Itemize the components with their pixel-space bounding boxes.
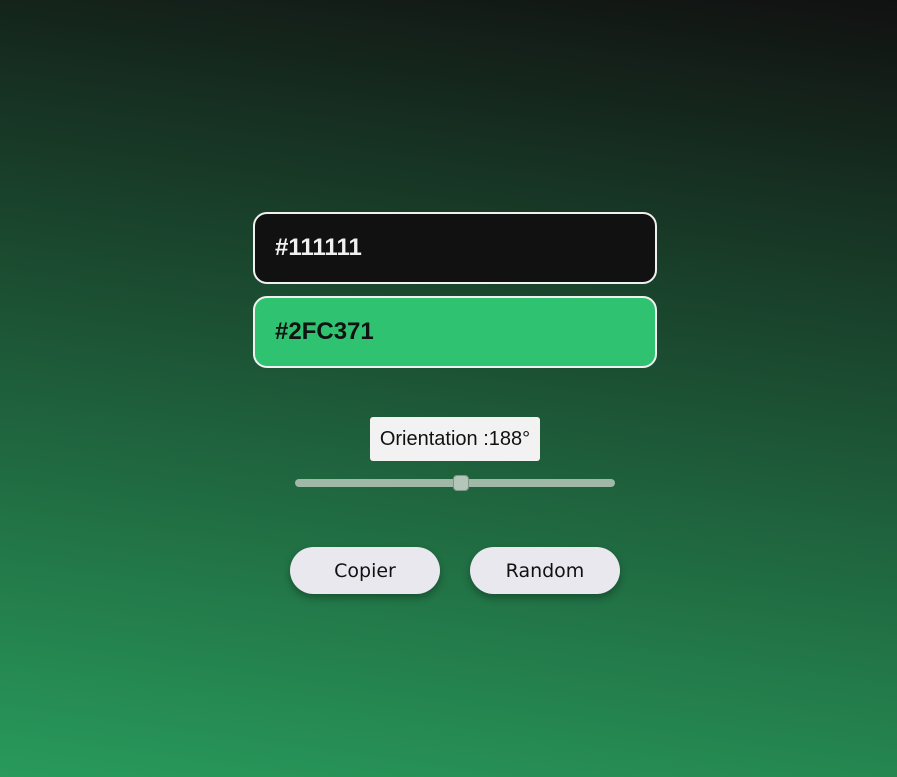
copy-button[interactable]: Copier — [290, 547, 440, 594]
color-input-second[interactable] — [253, 296, 657, 368]
orientation-slider-thumb[interactable] — [453, 475, 470, 491]
color-input-first[interactable] — [253, 212, 657, 284]
random-button[interactable]: Random — [470, 547, 620, 594]
orientation-label: Orientation :188° — [370, 417, 540, 461]
